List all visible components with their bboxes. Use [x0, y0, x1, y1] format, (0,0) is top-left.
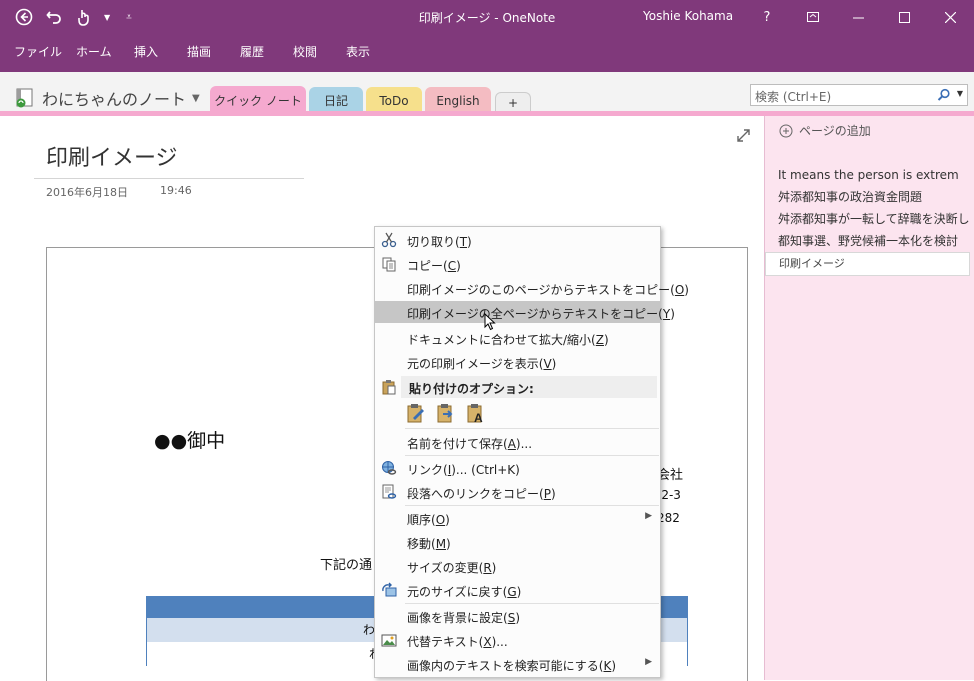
paste-options-header: 貼り付けのオプション:	[401, 376, 657, 398]
page-item[interactable]: It means the person is extrem	[765, 164, 974, 186]
menu-item-copy-all-text[interactable]: 印刷イメージの全ページからテキストをコピー(Y)	[375, 301, 675, 331]
menu-item-copy[interactable]: コピー(C)	[375, 253, 660, 275]
page-item[interactable]: 舛添都知事の政治資金問題	[765, 186, 974, 208]
menu-item-cut[interactable]: 切り取り(T)	[375, 229, 660, 251]
menu-item-copy-paragraph-link[interactable]: 段落へのリンクをコピー(P)	[375, 481, 660, 503]
search-scope-icon[interactable]: ▼	[957, 89, 963, 98]
plus-circle-icon	[779, 124, 793, 137]
minimize-icon	[852, 17, 864, 18]
svg-text:A: A	[474, 411, 483, 424]
paste-merge-button[interactable]	[435, 402, 457, 424]
tab-quick-notes[interactable]: クイック ノート	[210, 86, 306, 114]
paste-keep-formatting-button[interactable]	[405, 402, 427, 424]
page-item[interactable]: 都知事選、野党候補一本化を検討	[765, 230, 974, 252]
menu-separator	[405, 505, 659, 506]
menu-item-set-background[interactable]: 画像を背景に設定(S)	[375, 605, 660, 627]
add-page-button[interactable]: ページの追加	[779, 122, 871, 139]
notebook-picker[interactable]: わにちゃんのノート ▼	[14, 86, 200, 110]
menu-item-copy-page-text[interactable]: 印刷イメージのこのページからテキストをコピー(O)	[375, 277, 689, 299]
add-section-tab[interactable]: +	[495, 92, 531, 113]
user-name[interactable]: Yoshie Kohama	[643, 9, 733, 23]
tab-todo[interactable]: ToDo	[366, 87, 422, 114]
menu-file[interactable]: ファイル	[14, 43, 62, 60]
alt-text-image-icon	[381, 634, 397, 647]
title-bar: ▼ ⩡ 印刷イメージ - OneNote Yoshie Kohama ?	[0, 0, 974, 34]
menu-item-restore-size[interactable]: 元のサイズに戻す(G)	[375, 579, 660, 601]
close-icon	[944, 11, 956, 23]
page-item[interactable]: 舛添都知事が一転して辞職を決断し	[765, 208, 974, 230]
submenu-arrow-icon: ▶	[645, 511, 652, 521]
search-box[interactable]: 検索 (Ctrl+E) ▼	[750, 84, 968, 106]
menu-view[interactable]: 表示	[346, 43, 370, 60]
maximize-icon	[898, 11, 910, 23]
menu-item-fit-document[interactable]: ドキュメントに合わせて拡大/縮小(Z)	[375, 327, 660, 349]
paste-merge-icon	[437, 404, 453, 423]
doc-recipient: ●●御中	[154, 430, 226, 452]
menu-item-link[interactable]: リンク(I)... (Ctrl+K)	[375, 457, 660, 479]
clipboard-icon	[382, 380, 396, 395]
link-globe-icon	[382, 461, 397, 475]
close-button[interactable]	[933, 4, 967, 30]
menu-item-save-as[interactable]: 名前を付けて保存(A)...	[375, 431, 660, 453]
search-placeholder: 検索 (Ctrl+E)	[755, 90, 832, 104]
chevron-down-icon: ▼	[192, 92, 200, 104]
minimize-button[interactable]	[841, 4, 875, 30]
menu-history[interactable]: 履歴	[240, 43, 264, 60]
page-title[interactable]: 印刷イメージ	[46, 140, 178, 172]
scissors-icon	[381, 232, 397, 248]
maximize-button[interactable]	[887, 4, 921, 30]
menu-item-alt-text[interactable]: 代替テキスト(X)...	[375, 629, 660, 651]
search-icon[interactable]	[937, 88, 951, 102]
menu-draw[interactable]: 描画	[187, 43, 211, 60]
doc-body-text: 下記の通	[320, 558, 373, 573]
page-list-pane: ページの追加 It means the person is extrem 舛添都…	[764, 116, 974, 680]
paste-keep-formatting-icon	[407, 404, 424, 423]
title-divider	[34, 178, 304, 179]
menu-separator	[405, 603, 659, 604]
tab-english[interactable]: English	[425, 87, 491, 114]
ribbon-display-icon	[807, 12, 819, 22]
menu-separator	[405, 428, 659, 429]
paragraph-link-icon	[382, 484, 397, 499]
ribbon-tabs: ファイル ホーム 挿入 描画 履歴 校閲 表示	[0, 34, 974, 72]
notebook-name: わにちゃんのノート	[42, 90, 187, 109]
menu-insert[interactable]: 挿入	[134, 43, 158, 60]
menu-review[interactable]: 校閲	[293, 43, 317, 60]
menu-item-searchable-text[interactable]: 画像内のテキストを検索可能にする(K) ▶	[375, 653, 660, 675]
expand-icon[interactable]	[737, 129, 750, 142]
menu-item-move[interactable]: 移動(M)	[375, 531, 660, 553]
menu-home[interactable]: ホーム	[76, 43, 112, 60]
menu-item-show-original[interactable]: 元の印刷イメージを表示(V)	[375, 351, 660, 373]
menu-item-order[interactable]: 順序(O) ▶	[375, 507, 660, 529]
paste-text-only-button[interactable]: A	[465, 402, 487, 425]
copy-icon	[382, 257, 396, 272]
submenu-arrow-icon: ▶	[645, 657, 652, 667]
menu-item-resize[interactable]: サイズの変更(R)	[375, 555, 660, 577]
page-list: It means the person is extrem 舛添都知事の政治資金…	[765, 164, 974, 276]
add-page-label: ページの追加	[799, 124, 871, 138]
restore-size-icon	[382, 582, 397, 597]
page-item-selected[interactable]: 印刷イメージ	[765, 252, 970, 276]
paste-text-only-icon: A	[467, 404, 483, 425]
page-date: 2016年6月18日	[46, 186, 128, 199]
ribbon-display-button[interactable]	[796, 4, 830, 30]
menu-separator	[405, 455, 659, 456]
help-button[interactable]: ?	[750, 4, 784, 30]
page-time: 19:46	[160, 184, 192, 197]
context-menu: 切り取り(T) コピー(C) 印刷イメージのこのページからテキストをコピー(O)…	[374, 226, 689, 678]
tab-diary[interactable]: 日記	[309, 87, 363, 114]
notebook-icon	[16, 88, 33, 108]
